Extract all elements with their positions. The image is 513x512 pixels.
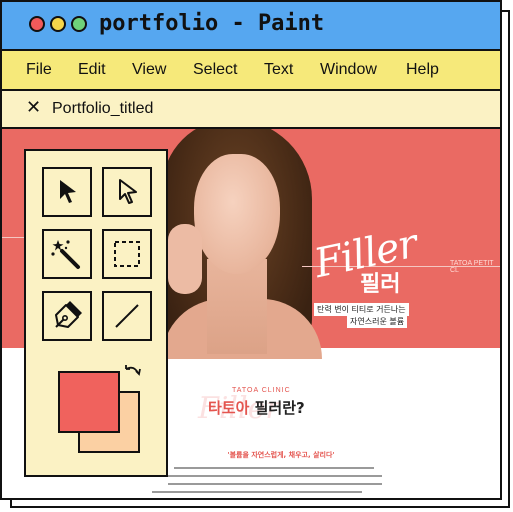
line-icon: [115, 304, 139, 328]
tool-line[interactable]: [102, 291, 152, 341]
maximize-window-button[interactable]: [71, 16, 87, 32]
menu-window[interactable]: Window: [320, 61, 377, 79]
menu-file[interactable]: File: [26, 61, 52, 79]
menu-edit[interactable]: Edit: [78, 61, 106, 79]
clinic-title-rest: 필러란?: [249, 399, 305, 417]
tool-pen[interactable]: [42, 291, 92, 341]
tool-direct-select[interactable]: [102, 167, 152, 217]
menu-help[interactable]: Help: [406, 61, 439, 79]
tool-select-arrow[interactable]: [42, 167, 92, 217]
magic-wand-icon: [51, 240, 80, 269]
menu-view[interactable]: View: [132, 61, 166, 79]
paint-window: portfolio - Paint File Edit View Select …: [0, 0, 502, 500]
app-title: portfolio - Paint: [99, 11, 325, 36]
body-text-line: [174, 467, 374, 469]
arrow-outline-icon: [119, 179, 137, 204]
body-text-line: [168, 483, 382, 485]
document-tab-bar: ✕ Portfolio_titled: [2, 91, 500, 129]
dashed-rectangle-icon: [114, 241, 140, 267]
toolbox-panel: [24, 149, 168, 477]
model-hand: [168, 224, 202, 294]
clinic-tag: TATOA CLINIC: [232, 387, 291, 394]
tool-marquee-select[interactable]: [102, 229, 152, 279]
banner-korean-title: 필러: [360, 272, 401, 297]
close-window-button[interactable]: [29, 16, 45, 32]
body-text-line: [162, 475, 382, 477]
banner-subtitle-2: 자연스러운 볼륨: [347, 315, 408, 328]
clinic-title-accent: 타토아: [208, 399, 250, 417]
primary-color-swatch[interactable]: [58, 371, 120, 433]
document-tab-title[interactable]: Portfolio_titled: [52, 100, 153, 118]
body-text-line: [152, 491, 362, 493]
arrow-filled-icon: [60, 180, 76, 203]
model-face: [194, 154, 280, 274]
close-icon[interactable]: ✕: [26, 99, 41, 117]
clinic-title: 타토아 필러란?: [208, 397, 305, 418]
banner-brand-tag: TATOA PETIT CL: [450, 260, 494, 274]
swap-arrows-icon[interactable]: [122, 363, 144, 385]
minimize-window-button[interactable]: [50, 16, 66, 32]
pen-nib-icon: [55, 301, 82, 328]
tool-magic-wand[interactable]: [42, 229, 92, 279]
menu-select[interactable]: Select: [193, 61, 237, 79]
menu-bar: File Edit View Select Text Window Help: [2, 51, 500, 91]
menu-text[interactable]: Text: [264, 61, 293, 79]
title-bar: portfolio - Paint: [2, 2, 500, 51]
